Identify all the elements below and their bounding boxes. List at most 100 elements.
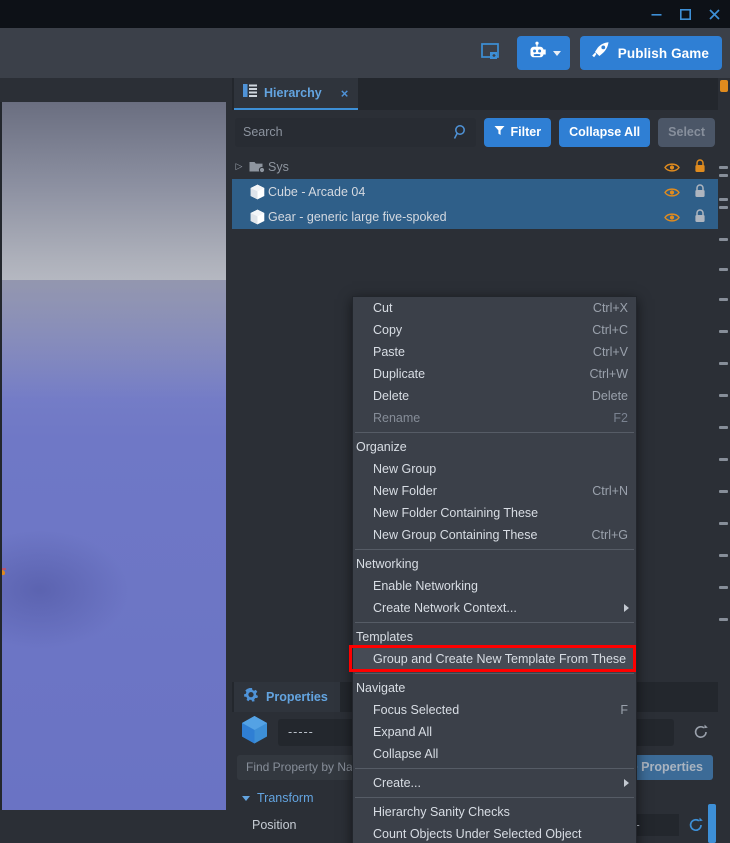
menu-item-label: Duplicate [373,367,426,381]
menu-item-create-network-context[interactable]: Create Network Context... [353,597,636,619]
workspace: Hierarchy × Search Filter Collapse All S… [0,78,730,843]
tree-row-sys[interactable]: ▷ Sys [232,154,718,179]
peek-orange-badge [720,80,728,92]
cube-icon [241,715,268,749]
lock-icon[interactable] [694,184,706,203]
tree-row-label: Gear - generic large five-spoked [268,209,447,224]
menu-item-shortcut: Delete [591,389,628,403]
menu-item-expand-all[interactable]: Expand All [353,721,636,743]
search-placeholder: Search [243,125,283,139]
menu-item-wrapper: New Group [353,458,636,480]
maximize-button[interactable] [677,6,693,22]
menu-item-label: Create Network Context... [373,601,517,615]
tab-properties[interactable]: Properties [234,682,340,712]
tab-properties-label: Properties [266,690,328,704]
menu-item-label: New Group [373,462,437,476]
menu-item-rename: Rename F2 [353,407,636,429]
select-button[interactable]: Select [658,117,715,147]
minimize-button[interactable] [648,6,664,22]
bot-dropdown-button[interactable] [516,36,570,70]
menu-item-enable-networking[interactable]: Enable Networking [353,575,636,597]
search-icon[interactable] [453,124,468,145]
visibility-eye-icon[interactable] [664,160,680,178]
menu-item-wrapper: Duplicate Ctrl+W [353,363,636,385]
menu-item-wrapper: Hierarchy Sanity Checks [353,801,636,823]
collapse-all-label: Collapse All [569,125,641,139]
properties-scrollbar[interactable] [708,804,716,843]
menu-group-header: Navigate [356,681,406,695]
menu-group-header: Networking [356,557,419,571]
menu-separator [355,673,634,674]
menu-item-collapse-all[interactable]: Collapse All [353,743,636,765]
menu-separator [355,432,634,433]
menu-item-label: New Folder [373,484,437,498]
menu-item-count-objects-under-selected-object[interactable]: Count Objects Under Selected Object [353,823,636,843]
close-button[interactable] [706,6,722,22]
menu-item-wrapper: Rename F2 [353,407,636,429]
menu-group-header: Organize [356,440,407,454]
tab-hierarchy-label: Hierarchy [264,86,322,100]
menu-item-new-folder-containing-these[interactable]: New Folder Containing These [353,502,636,524]
menu-group-header: Templates [356,630,413,644]
hierarchy-list-icon [243,84,257,102]
menu-item-group-and-create-new-template-from-these[interactable]: Group and Create New Template From These [353,648,636,670]
menu-item-delete[interactable]: Delete Delete [353,385,636,407]
scene-viewport[interactable] [0,102,226,810]
menu-item-wrapper: Cut Ctrl+X [353,297,636,319]
menu-item-label: Create... [373,776,421,790]
menu-item-new-folder[interactable]: New Folder Ctrl+N [353,480,636,502]
tree-row-cube-arcade-04[interactable]: Cube - Arcade 04 [232,179,718,204]
tree-row-label: Cube - Arcade 04 [268,184,366,199]
close-icon[interactable]: × [341,86,349,101]
menu-item-shortcut: Ctrl+X [592,301,628,315]
search-input[interactable]: Search [235,117,476,147]
screen-capture-icon[interactable] [477,38,507,68]
menu-item-copy[interactable]: Copy Ctrl+C [353,319,636,341]
menu-item-wrapper: Paste Ctrl+V [353,341,636,363]
title-bar [0,0,730,28]
menu-item-wrapper: Collapse All [353,743,636,765]
menu-item-wrapper: Enable Networking [353,575,636,597]
viewport-left-border [0,102,2,810]
menu-item-wrapper: Count Objects Under Selected Object [353,823,636,843]
menu-item-label: Group and Create New Template From These [373,652,627,666]
viewport-top-gap [0,78,226,102]
menu-item-paste[interactable]: Paste Ctrl+V [353,341,636,363]
tab-hierarchy[interactable]: Hierarchy × [234,78,359,110]
menu-item-new-group-containing-these[interactable]: New Group Containing These Ctrl+G [353,524,636,546]
menu-item-label: Cut [373,301,393,315]
expand-chevron-icon[interactable]: ▷ [232,161,246,172]
lock-icon[interactable] [694,159,706,178]
menu-item-label: Paste [373,345,405,359]
reset-arrow-icon[interactable] [684,724,718,740]
menu-item-wrapper: Focus Selected F [353,699,636,721]
rocket-icon [591,41,610,65]
viewport-ground [0,280,226,810]
menu-item-focus-selected[interactable]: Focus Selected F [353,699,636,721]
chevron-down-icon [552,50,561,56]
menu-item-create[interactable]: Create... [353,772,636,794]
visibility-eye-icon[interactable] [664,185,680,203]
filter-icon [494,125,505,139]
menu-item-wrapper: Create Network Context... [353,597,636,619]
background-panel-peek [718,78,730,843]
menu-item-hierarchy-sanity-checks[interactable]: Hierarchy Sanity Checks [353,801,636,823]
collapse-all-button[interactable]: Collapse All [559,117,651,147]
tree-row-gear-generic-large-five-spoked[interactable]: Gear - generic large five-spoked [232,204,718,229]
menu-item-wrapper: New Group Containing These Ctrl+G [353,524,636,546]
menu-item-shortcut: Ctrl+N [592,484,628,498]
menu-item-cut[interactable]: Cut Ctrl+X [353,297,636,319]
menu-separator [355,549,634,550]
menu-item-label: Copy [373,323,403,337]
lock-icon[interactable] [694,209,706,228]
hierarchy-context-menu: Cut Ctrl+X Copy Ctrl+C Paste Ctrl+V Duplicate C… [349,296,637,843]
menu-item-duplicate[interactable]: Duplicate Ctrl+W [353,363,636,385]
filter-button[interactable]: Filter [483,117,552,147]
folder-icon [246,160,268,173]
publish-game-button[interactable]: Publish Game [579,36,722,70]
filter-label: Filter [510,125,542,139]
cube-icon [246,209,268,225]
menu-item-new-group[interactable]: New Group [353,458,636,480]
viewport-sky [0,102,226,283]
visibility-eye-icon[interactable] [664,210,680,228]
